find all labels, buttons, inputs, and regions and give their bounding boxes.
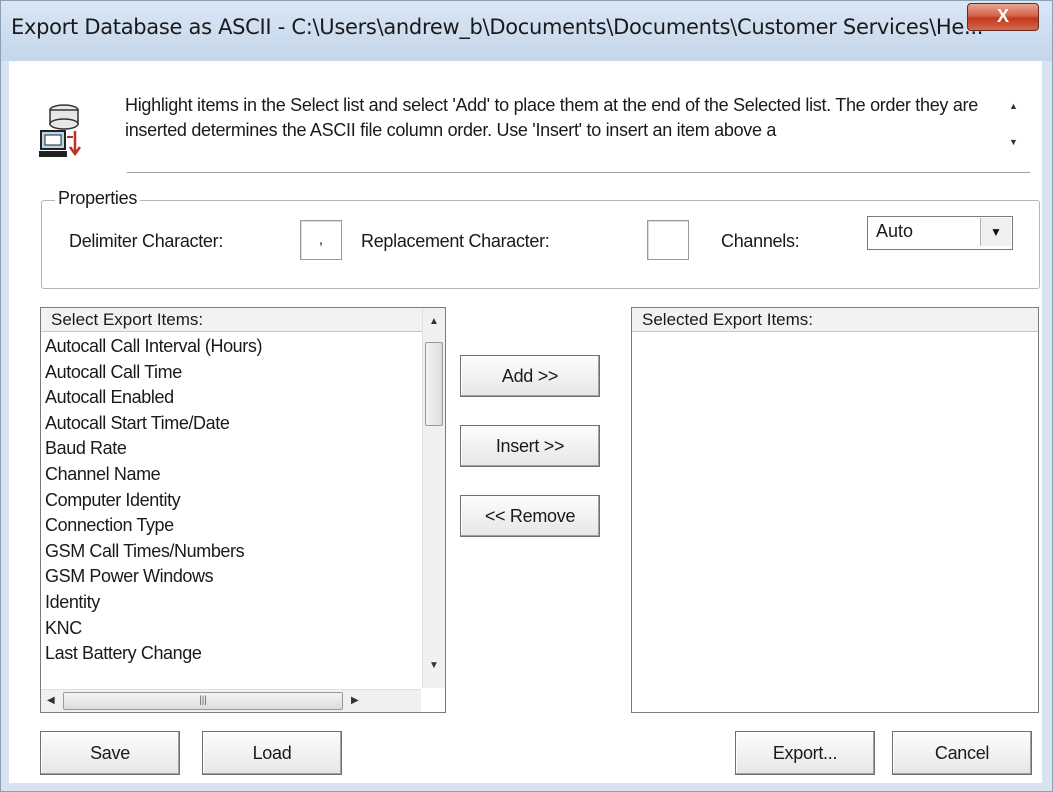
select-list-header: Select Export Items: — [41, 308, 423, 332]
chevron-down-icon[interactable]: ▼ — [980, 218, 1011, 246]
list-item[interactable]: GSM Call Times/Numbers — [43, 539, 262, 565]
scroll-thumb[interactable]: ||| — [63, 692, 343, 710]
selected-export-list[interactable]: Selected Export Items: — [631, 307, 1039, 713]
remove-button[interactable]: << Remove — [460, 495, 600, 537]
selected-list-header: Selected Export Items: — [632, 308, 1038, 332]
info-text: Highlight items in the Select list and s… — [125, 95, 978, 140]
window-title: Export Database as ASCII - C:\Users\andr… — [11, 15, 984, 39]
save-button[interactable]: Save — [40, 731, 180, 775]
list-item[interactable]: KNC — [43, 616, 262, 642]
export-dialog: Export Database as ASCII - C:\Users\andr… — [0, 0, 1053, 792]
scroll-down-icon[interactable]: ▼ — [1009, 137, 1018, 147]
delimiter-field[interactable]: , — [300, 220, 342, 260]
title-bar[interactable]: Export Database as ASCII - C:\Users\andr… — [1, 1, 1052, 61]
vertical-scrollbar[interactable]: ▲ ▼ — [422, 308, 445, 688]
select-export-list[interactable]: Select Export Items: Autocall Call Inter… — [40, 307, 446, 713]
dialog-body: Highlight items in the Select list and s… — [9, 61, 1042, 783]
scroll-down-icon[interactable]: ▼ — [429, 660, 439, 671]
scroll-thumb[interactable] — [425, 342, 443, 426]
channels-label: Channels: — [721, 231, 800, 251]
list-item[interactable]: Autocall Start Time/Date — [43, 411, 262, 437]
properties-legend: Properties — [55, 188, 141, 209]
channels-value: Auto — [876, 221, 914, 241]
cancel-button[interactable]: Cancel — [892, 731, 1032, 775]
list-item[interactable]: Autocall Enabled — [43, 385, 262, 411]
list-item[interactable]: Autocall Call Time — [43, 360, 262, 386]
load-button[interactable]: Load — [202, 731, 342, 775]
insert-button[interactable]: Insert >> — [460, 425, 600, 467]
list-item[interactable]: Baud Rate — [43, 436, 262, 462]
horizontal-scrollbar[interactable]: ◀ ||| ▶ — [41, 689, 421, 712]
database-export-icon — [39, 104, 82, 157]
delimiter-label: Delimiter Character: — [69, 231, 224, 251]
channels-select[interactable]: Auto ▼ — [867, 216, 1013, 250]
add-button[interactable]: Add >> — [460, 355, 600, 397]
list-item[interactable]: GSM Power Windows — [43, 564, 262, 590]
scroll-left-icon[interactable]: ◀ — [47, 695, 55, 706]
scroll-up-icon[interactable]: ▲ — [1009, 101, 1018, 111]
list-item[interactable]: Last Battery Change — [43, 641, 262, 667]
export-button[interactable]: Export... — [735, 731, 875, 775]
select-list-items: Autocall Call Interval (Hours) Autocall … — [43, 334, 262, 667]
divider — [127, 172, 1030, 174]
list-item[interactable]: Identity — [43, 590, 262, 616]
list-item[interactable]: Connection Type — [43, 513, 262, 539]
replacement-field[interactable] — [647, 220, 689, 260]
list-item[interactable]: Autocall Call Interval (Hours) — [43, 334, 262, 360]
scroll-up-icon[interactable]: ▲ — [429, 316, 439, 327]
scroll-right-icon[interactable]: ▶ — [351, 695, 359, 706]
close-button[interactable]: X — [967, 3, 1039, 31]
list-item[interactable]: Computer Identity — [43, 488, 262, 514]
list-item[interactable]: Channel Name — [43, 462, 262, 488]
replacement-label: Replacement Character: — [361, 231, 550, 251]
